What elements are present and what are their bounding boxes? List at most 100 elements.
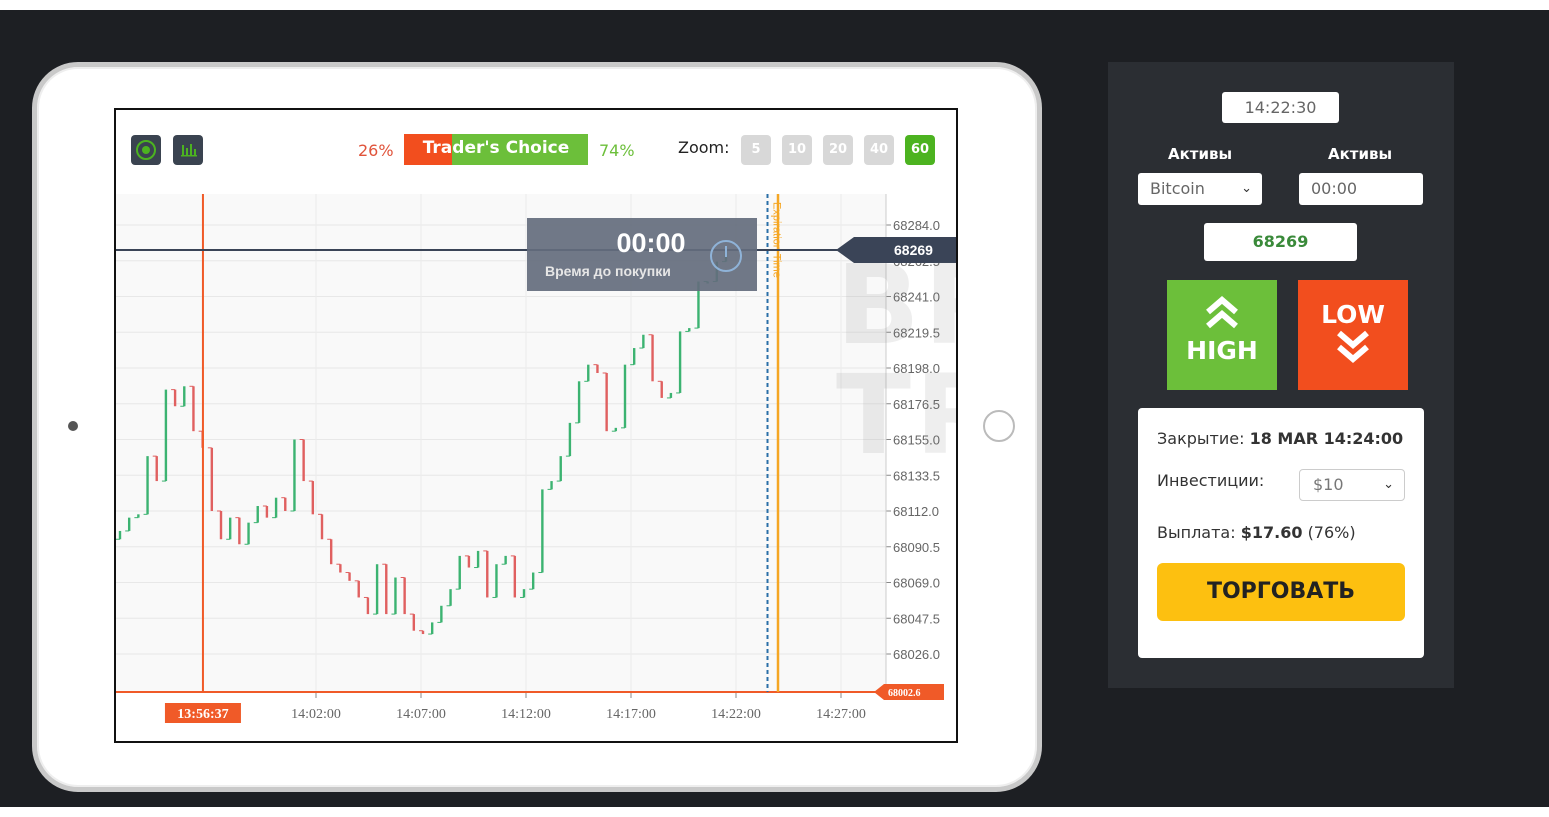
expiration-label: Expiration Time — [771, 202, 783, 278]
candle — [642, 334, 645, 349]
trade-panel: 14:22:30 Активы Активы Bitcoin ⌄ 00:00 68… — [1108, 62, 1454, 688]
candle — [357, 580, 360, 598]
chevron-down-icon: ⌄ — [1383, 477, 1394, 492]
close-value: 18 MAR 14:24:00 — [1249, 429, 1404, 448]
candle — [265, 506, 269, 518]
candle — [219, 511, 223, 540]
payout-percentage: (76%) — [1307, 523, 1356, 542]
candle — [623, 364, 627, 428]
chevron-down-icon: ⌄ — [1241, 181, 1252, 196]
candle — [531, 572, 535, 590]
zoom-40-button[interactable]: 40 — [864, 135, 894, 165]
close-label: Закрытие: — [1157, 429, 1245, 448]
investment-label: Инвестиции: — [1157, 471, 1265, 490]
candle — [329, 539, 333, 565]
candle — [476, 550, 480, 568]
candle — [118, 530, 122, 540]
candle — [228, 517, 232, 540]
candle — [660, 381, 663, 398]
bar-chart-icon[interactable] — [173, 135, 203, 165]
candle — [164, 389, 168, 482]
x-tick-label: 14:17:00 — [606, 707, 656, 722]
current-price: 68269 — [1204, 223, 1357, 261]
expiry-label: Активы — [1328, 145, 1393, 163]
current-price-label: 68269 — [894, 242, 933, 258]
low-label: LOW — [1321, 300, 1385, 329]
server-time: 14:22:30 — [1222, 92, 1339, 123]
double-chevron-down-icon — [1337, 330, 1369, 363]
price-chart[interactable]: 68284.068262.568241.068219.568198.068176… — [116, 194, 958, 743]
candle — [632, 348, 636, 365]
y-tick-label: 68112.0 — [893, 504, 939, 519]
candle — [430, 622, 434, 635]
candle — [394, 577, 397, 615]
candle — [247, 522, 250, 545]
candle — [192, 386, 195, 432]
y-tick-label: 68241.0 — [893, 290, 940, 305]
candle — [210, 447, 214, 511]
expiry-input[interactable]: 00:00 — [1299, 173, 1423, 205]
candle — [541, 489, 544, 573]
zoom-60-button[interactable]: 60 — [905, 135, 935, 165]
payout-label: Выплата: — [1157, 523, 1236, 542]
start-time-label: 13:56:37 — [177, 707, 228, 722]
countdown-label: Время до покупки — [545, 263, 671, 279]
y-tick-label: 68219.5 — [893, 325, 940, 340]
high-button[interactable]: HIGH — [1167, 280, 1277, 390]
asset-select[interactable]: Bitcoin ⌄ — [1138, 173, 1262, 205]
candle — [412, 614, 416, 631]
trade-button[interactable]: ТОРГОВАТЬ — [1157, 563, 1405, 621]
candle — [577, 381, 581, 423]
plot-area — [116, 194, 886, 692]
traders-choice-bar: Trader's Choice — [404, 134, 588, 165]
y-tick-label: 68176.5 — [893, 397, 940, 412]
countdown-value: 00:00 — [616, 228, 685, 258]
high-label: HIGH — [1186, 336, 1258, 365]
candle — [522, 589, 526, 598]
y-tick-label: 68155.0 — [893, 433, 940, 448]
y-tick-label: 68090.5 — [893, 540, 940, 555]
y-tick-label: 68133.5 — [893, 468, 940, 483]
candle — [183, 386, 186, 407]
buy-percentage: 74% — [599, 141, 635, 160]
tablet-home-button — [983, 410, 1015, 442]
x-tick-label: 14:12:00 — [501, 707, 551, 722]
candle — [568, 422, 572, 457]
candle — [559, 456, 562, 482]
candle — [173, 389, 177, 407]
candle — [440, 605, 443, 623]
candle — [467, 555, 471, 568]
x-tick-label: 14:07:00 — [396, 707, 446, 722]
candle — [274, 497, 278, 518]
low-button[interactable]: LOW — [1298, 280, 1408, 390]
target-icon[interactable] — [131, 135, 161, 165]
double-chevron-up-icon — [1206, 296, 1238, 329]
payout-value: $17.60 — [1240, 523, 1303, 542]
candle — [311, 481, 315, 515]
candle — [587, 364, 590, 382]
zoom-10-button[interactable]: 10 — [782, 135, 812, 165]
y-tick-label: 68198.0 — [893, 361, 940, 376]
candle — [127, 517, 131, 531]
tablet-camera — [68, 421, 78, 431]
candle — [596, 364, 599, 373]
candle — [339, 564, 342, 573]
zoom-label: Zoom: — [678, 138, 730, 157]
candle — [293, 439, 296, 511]
candle — [256, 506, 259, 523]
candle — [348, 572, 351, 581]
low-price-label: 68002.6 — [888, 688, 921, 699]
zoom-20-button[interactable]: 20 — [823, 135, 853, 165]
candle — [449, 589, 452, 606]
asset-value: Bitcoin — [1150, 179, 1205, 198]
investment-select[interactable]: $10 ⌄ — [1299, 469, 1405, 501]
sell-percentage: 26% — [358, 141, 394, 160]
zoom-5-button[interactable]: 5 — [741, 135, 771, 165]
candle — [605, 372, 608, 432]
x-tick-label: 14:27:00 — [816, 707, 866, 722]
trade-summary-card: Закрытие: 18 MAR 14:24:00 Инвестиции: $1… — [1138, 408, 1424, 658]
candle — [375, 564, 379, 615]
y-tick-label: 68284.0 — [893, 218, 940, 233]
candle — [669, 392, 673, 398]
candle — [302, 439, 305, 482]
